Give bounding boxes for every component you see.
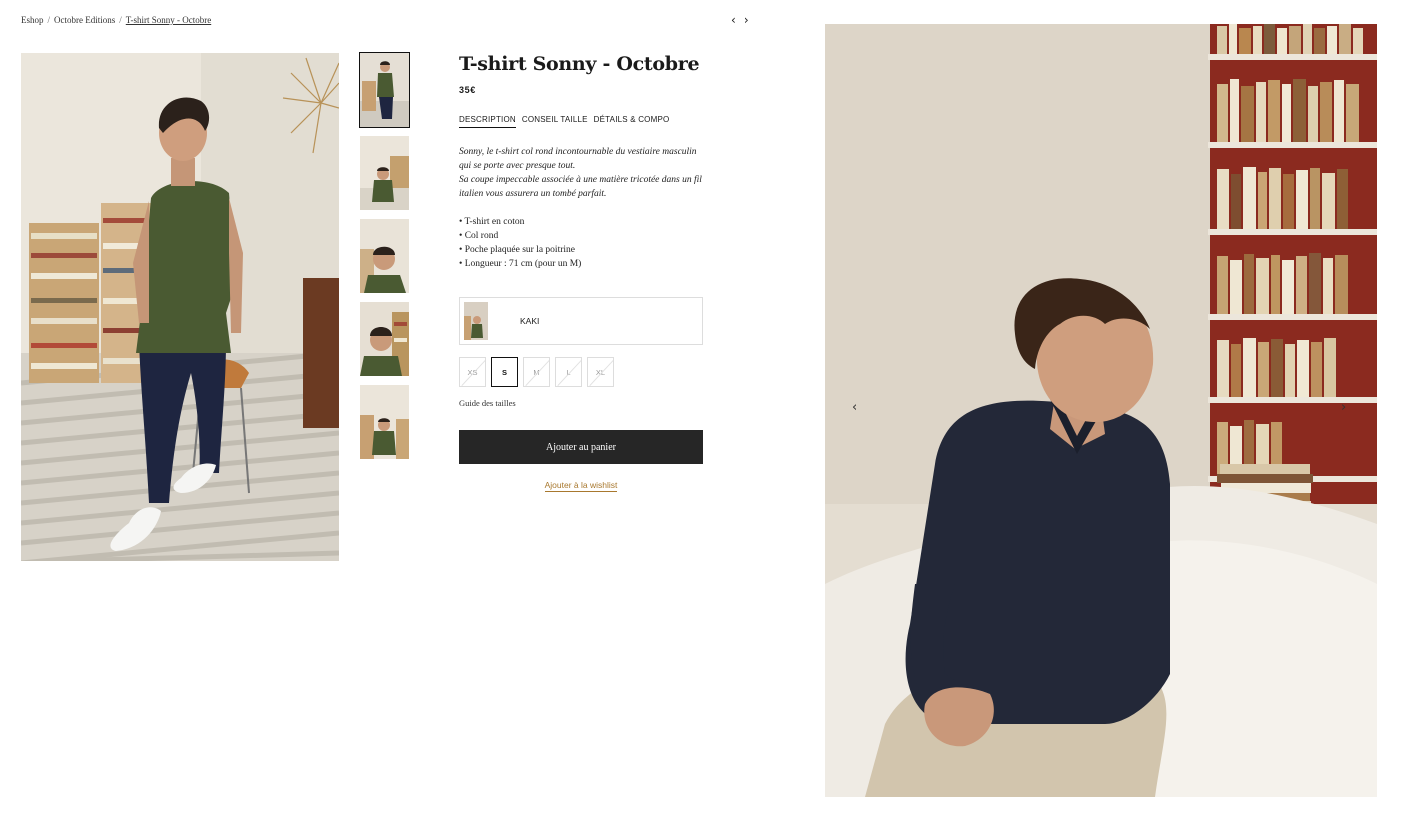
breadcrumb: Eshop / Octobre Editions / T-shirt Sonny…	[21, 15, 211, 25]
product-tabs: DESCRIPTION CONSEIL TAILLE DÉTAILS & COM…	[459, 115, 703, 128]
color-label: KAKI	[520, 316, 540, 326]
product-info: T-shirt Sonny - Octobre 35€ DESCRIPTION …	[459, 53, 703, 492]
size-guide-link[interactable]: Guide des tailles	[459, 398, 703, 408]
breadcrumb-current[interactable]: T-shirt Sonny - Octobre	[126, 15, 211, 25]
thumbnail-2[interactable]	[360, 136, 409, 210]
thumbnail-3[interactable]	[360, 219, 409, 293]
description-line: qui se porte avec presque tout.	[459, 161, 576, 171]
breadcrumb-eshop[interactable]: Eshop	[21, 15, 44, 25]
thumbnail-strip	[359, 52, 410, 468]
thumbnail-4[interactable]	[360, 302, 409, 376]
feature-item: • Col rond	[459, 231, 499, 241]
feature-list: • T-shirt en coton • Col rond • Poche pl…	[459, 215, 703, 271]
feature-item: • Poche plaquée sur la poitrine	[459, 245, 575, 255]
lifestyle-photo	[825, 24, 1377, 797]
feature-item: • Longueur : 71 cm (pour un M)	[459, 259, 582, 269]
tab-description[interactable]: DESCRIPTION	[459, 115, 516, 128]
breadcrumb-octobre-editions[interactable]: Octobre Editions	[54, 15, 115, 25]
lifestyle-carousel[interactable]: ‹ ›	[825, 24, 1377, 797]
color-selector[interactable]: KAKI	[459, 297, 703, 345]
product-title: T-shirt Sonny - Octobre	[459, 53, 700, 75]
tab-details-composition[interactable]: DÉTAILS & COMPO	[594, 115, 670, 128]
carousel-next-icon[interactable]: ›	[1341, 400, 1346, 415]
breadcrumb-separator: /	[119, 15, 122, 25]
thumbnail-5[interactable]	[360, 385, 409, 459]
tab-size-advice[interactable]: CONSEIL TAILLE	[522, 115, 588, 128]
thumbnail-5-image	[360, 385, 409, 459]
size-s-button[interactable]: S	[491, 357, 518, 387]
color-swatch-picture	[464, 302, 488, 340]
thumbnail-4-image	[360, 302, 409, 376]
size-xl-button[interactable]: XL	[587, 357, 614, 387]
add-to-cart-button[interactable]: Ajouter au panier	[459, 430, 703, 464]
wishlist-row: Ajouter à la wishlist	[459, 480, 703, 492]
next-product-icon[interactable]: ›	[744, 13, 749, 27]
add-to-wishlist-link[interactable]: Ajouter à la wishlist	[544, 480, 618, 492]
thumbnail-3-image	[360, 219, 409, 293]
title-row: T-shirt Sonny - Octobre	[459, 53, 703, 75]
product-price: 35€	[459, 85, 476, 95]
breadcrumb-separator: /	[47, 15, 51, 25]
color-swatch-image	[464, 302, 488, 340]
carousel-prev-icon[interactable]: ‹	[852, 400, 857, 415]
previous-product-icon[interactable]: ‹	[731, 13, 736, 27]
description-line: Sa coupe impeccable associée à une matiè…	[459, 175, 702, 185]
main-photo-image	[21, 53, 339, 561]
description-line: Sonny, le t-shirt col rond incontournabl…	[459, 147, 697, 157]
size-m-button[interactable]: M	[523, 357, 550, 387]
thumbnail-1[interactable]	[359, 52, 410, 128]
product-pager: ‹ ›	[731, 13, 749, 27]
main-product-photo[interactable]	[21, 53, 339, 561]
size-xs-button[interactable]: XS	[459, 357, 486, 387]
feature-item: • T-shirt en coton	[459, 217, 525, 227]
description-line: italien vous assurera un tombé parfait.	[459, 189, 607, 199]
size-l-button[interactable]: L	[555, 357, 582, 387]
thumbnail-2-image	[360, 136, 409, 210]
product-description: Sonny, le t-shirt col rond incontournabl…	[459, 145, 703, 201]
size-selector: XS S M L XL	[459, 357, 703, 387]
thumbnail-1-image	[360, 53, 409, 127]
